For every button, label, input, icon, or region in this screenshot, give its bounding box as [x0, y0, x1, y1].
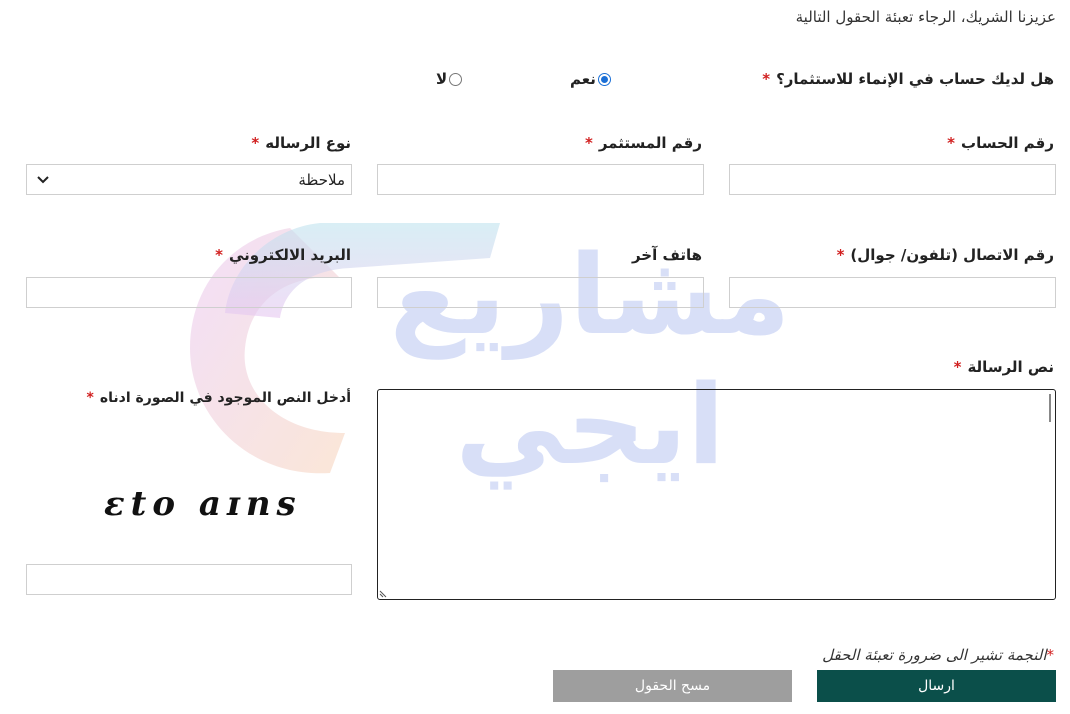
account-number-input[interactable] — [729, 164, 1056, 195]
radio-option-yes[interactable]: نعم — [570, 70, 611, 88]
contact-number-input[interactable] — [729, 277, 1056, 308]
textarea-scrollbar[interactable] — [1049, 394, 1051, 422]
captcha-label: أدخل النص الموجود في الصورة ادناه* — [86, 390, 351, 406]
form-intro-text: عزيزنا الشريك، الرجاء تعبئة الحقول التال… — [795, 8, 1056, 26]
contact-number-label: رقم الاتصال (تلفون/ جوال)* — [836, 246, 1054, 264]
investor-number-input[interactable] — [377, 164, 704, 195]
chevron-down-icon — [37, 175, 49, 183]
required-marker: * — [947, 134, 955, 152]
radio-no-button[interactable] — [449, 72, 463, 86]
required-marker: * — [251, 134, 260, 152]
required-marker: * — [215, 246, 223, 264]
radio-yes-label: نعم — [570, 70, 596, 88]
radio-yes-button[interactable] — [597, 72, 611, 86]
message-textarea[interactable] — [377, 389, 1056, 600]
message-type-select[interactable]: ملاحظة — [26, 164, 352, 195]
send-button[interactable]: ارسال — [817, 670, 1056, 702]
captcha-input[interactable] — [26, 564, 352, 595]
has-account-label: هل لديك حساب في الإنماء للاستثمار؟* — [762, 70, 1054, 88]
radio-no-label: لا — [436, 70, 448, 88]
account-number-label: رقم الحساب* — [947, 134, 1054, 152]
radio-option-no[interactable]: لا — [436, 70, 463, 88]
message-type-label: نوع الرساله* — [251, 134, 351, 152]
required-marker: * — [1046, 646, 1055, 664]
captcha-image: ɛto aɪns — [104, 484, 302, 524]
other-phone-input[interactable] — [377, 277, 704, 308]
resize-handle-icon[interactable] — [379, 588, 389, 598]
required-marker: * — [584, 134, 593, 152]
required-marker: * — [953, 358, 962, 376]
required-note: *النجمة تشير الى ضرورة تعبئة الحقل — [822, 646, 1054, 664]
required-marker: * — [86, 390, 94, 406]
email-input[interactable] — [26, 277, 352, 308]
message-text-label: نص الرسالة* — [953, 358, 1054, 376]
required-marker: * — [762, 70, 771, 88]
investor-number-label: رقم المستثمر* — [584, 134, 702, 152]
required-marker: * — [836, 246, 845, 264]
other-phone-label: هاتف آخر — [631, 246, 702, 264]
clear-fields-button[interactable]: مسح الحقول — [553, 670, 792, 702]
email-label: البريد الالكتروني* — [215, 246, 351, 264]
message-type-selected-value: ملاحظة — [298, 170, 345, 189]
